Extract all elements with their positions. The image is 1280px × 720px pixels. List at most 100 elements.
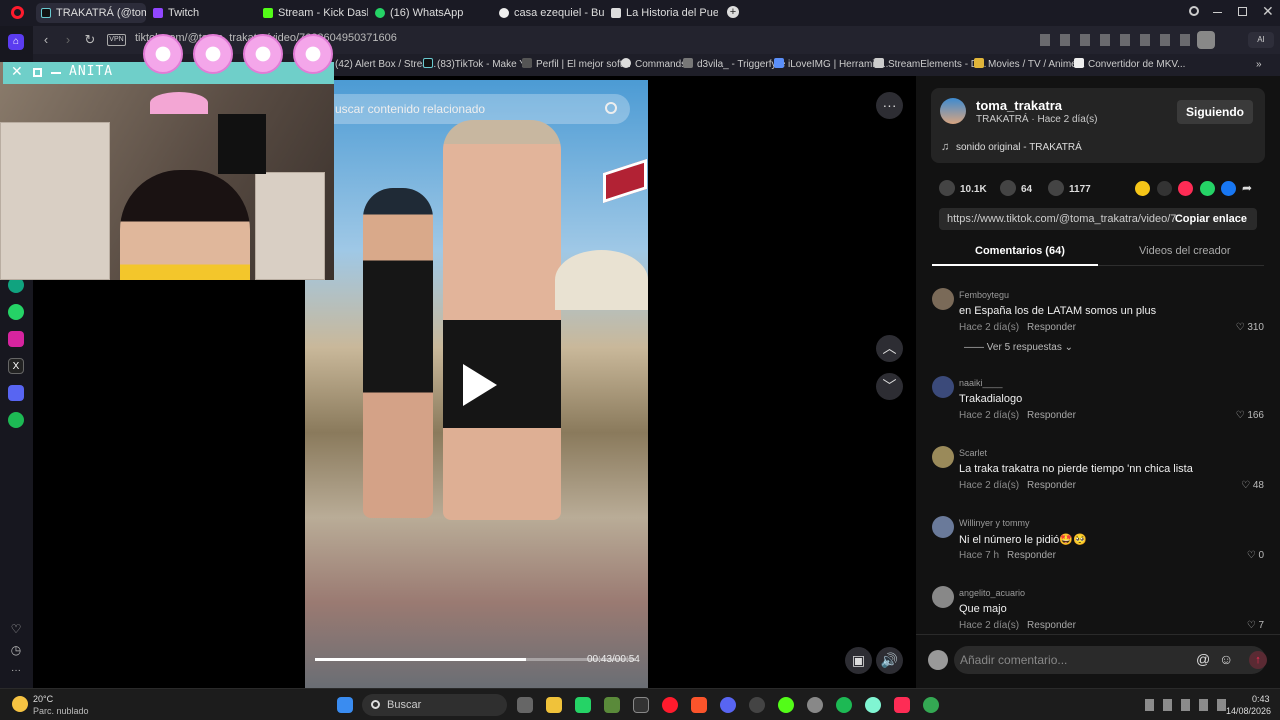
aria-ai-button[interactable]: AI — [1248, 32, 1274, 48]
discord-app-icon[interactable] — [720, 697, 736, 713]
minimize-button[interactable] — [1213, 12, 1222, 13]
bookmark-convertidor[interactable]: Convertidor de MKV... — [1074, 58, 1185, 72]
search-tabs-icon[interactable] — [1189, 6, 1199, 16]
tab-creator-videos[interactable]: Videos del creador — [1139, 245, 1231, 257]
comment-user[interactable]: Scarlet — [959, 448, 987, 458]
video-player[interactable]: uscar contenido relacionado 00:43/00:54 — [305, 80, 648, 688]
comment-user[interactable]: naaiki____ — [959, 378, 1003, 388]
more-options-button[interactable]: ··· — [876, 92, 903, 119]
share-link-url[interactable]: https://www.tiktok.com/@toma_trakatra/vi… — [947, 213, 1177, 225]
epic-games-icon[interactable] — [633, 697, 649, 713]
likes-stat[interactable]: 10.1K — [939, 180, 987, 196]
forward-button[interactable]: › — [60, 32, 76, 48]
reply-button[interactable]: Responder — [1027, 620, 1076, 631]
tab-google[interactable]: casa ezequiel - Buscar con — [494, 3, 604, 23]
address-bar-actions[interactable] — [1040, 34, 1190, 46]
facebook-share-icon[interactable] — [1221, 181, 1236, 196]
mini-player-button[interactable]: ▣ — [845, 647, 872, 674]
close-window-button[interactable]: ✕ — [1262, 3, 1274, 20]
vpn-badge[interactable]: VPN — [107, 34, 126, 46]
clock-time[interactable]: 0:43 — [1252, 694, 1270, 704]
emoji-icon[interactable]: ☺ — [1219, 651, 1233, 667]
whatsapp-icon[interactable] — [8, 304, 24, 320]
view-replies-button[interactable]: —— Ver 5 respuestas ⌄ — [964, 342, 1073, 353]
opera-logo-icon[interactable] — [11, 6, 24, 19]
file-explorer-icon[interactable] — [546, 697, 562, 713]
copy-link-button[interactable]: Copiar enlace — [1175, 213, 1247, 225]
comments-stat[interactable]: 64 — [1000, 180, 1032, 196]
embed-icon[interactable] — [1157, 181, 1172, 196]
share-arrow-icon[interactable]: ➦ — [1242, 181, 1257, 196]
weather-temp[interactable]: 20°C — [33, 694, 53, 704]
tab-historia[interactable]: La Historia del Puerto de — [606, 3, 718, 23]
more-icon[interactable]: ··· — [8, 663, 24, 679]
bookmark-perfil[interactable]: Perfil | El mejor soft... — [522, 58, 631, 72]
comment-avatar[interactable] — [932, 376, 954, 398]
comment-likes[interactable]: ♡ 48 — [1241, 480, 1264, 491]
brave-icon[interactable] — [691, 697, 707, 713]
author-name[interactable]: toma_trakatra — [976, 98, 1062, 113]
discord-icon[interactable] — [8, 385, 24, 401]
comment-user[interactable]: Willinyer y tommy — [959, 518, 1030, 528]
bookmark-alert-box[interactable]: (42) Alert Box / Strea... — [335, 58, 436, 72]
send-comment-button[interactable]: ↑ — [1249, 651, 1267, 669]
comment-avatar[interactable] — [932, 446, 954, 468]
chrome-icon[interactable] — [923, 697, 939, 713]
comment-user[interactable]: Femboytegu — [959, 290, 1009, 300]
sound-label[interactable]: sonido original - TRAKATRÁ — [956, 142, 1082, 153]
comment-avatar[interactable] — [932, 586, 954, 608]
volume-button[interactable]: 🔊 — [876, 647, 903, 674]
coin-icon[interactable] — [1135, 181, 1150, 196]
bookmark-tiktok[interactable]: (83)TikTok - Make Y... — [423, 58, 533, 72]
play-icon[interactable] — [463, 364, 497, 406]
new-tab-button[interactable]: + — [727, 6, 739, 18]
reply-button[interactable]: Responder — [1027, 322, 1076, 333]
reply-button[interactable]: Responder — [1027, 410, 1076, 421]
previous-video-button[interactable]: ︿ — [876, 335, 903, 362]
comment-likes[interactable]: ♡ 310 — [1236, 322, 1264, 333]
tiktok-app-icon[interactable] — [894, 697, 910, 713]
bookmark-streamelements[interactable]: StreamElements - D... — [874, 58, 986, 72]
history-icon[interactable]: ◷ — [8, 642, 24, 658]
obs-icon[interactable] — [749, 697, 765, 713]
x-icon[interactable]: X — [8, 358, 24, 374]
opera-gx-icon[interactable] — [662, 697, 678, 713]
clock-date[interactable]: 14/08/2026 — [1226, 706, 1271, 716]
tab-whatsapp[interactable]: (16) WhatsApp — [370, 3, 480, 23]
heart-icon[interactable]: ♡ — [8, 621, 24, 637]
saves-stat[interactable]: 1177 — [1048, 180, 1091, 196]
comment-avatar[interactable] — [932, 288, 954, 310]
following-button[interactable]: Siguiendo — [1177, 100, 1253, 124]
profile-avatar[interactable] — [1197, 31, 1215, 49]
reply-button[interactable]: Responder — [1027, 480, 1076, 491]
spotify-icon[interactable] — [8, 412, 24, 428]
minecraft-icon[interactable] — [604, 697, 620, 713]
bookmark-commands[interactable]: Commands — [621, 58, 686, 72]
streamlabs-icon[interactable] — [865, 697, 881, 713]
send-icon[interactable] — [1178, 181, 1193, 196]
reply-button[interactable]: Responder — [1007, 550, 1056, 561]
tab-twitch[interactable]: Twitch — [148, 3, 248, 23]
taskbar-search[interactable]: Buscar — [362, 694, 507, 716]
tab-tiktok[interactable]: TRAKATRÁ (@toma_trakatra — [36, 3, 146, 23]
windows-start-icon[interactable] — [337, 697, 353, 713]
comment-user[interactable]: angelito_acuario — [959, 588, 1025, 598]
app-icon[interactable] — [778, 697, 794, 713]
reload-button[interactable]: ↻ — [82, 32, 98, 48]
bookmark-triggerfyre[interactable]: d3vila_ - Triggerfyre — [683, 58, 785, 72]
search-icon[interactable] — [605, 102, 617, 114]
bookmark-iloveimg[interactable]: iLoveIMG | Herramie... — [774, 58, 888, 72]
whatsapp-share-icon[interactable] — [1200, 181, 1215, 196]
weather-icon[interactable] — [12, 696, 28, 712]
tab-kick[interactable]: Stream - Kick Dashboard — [258, 3, 368, 23]
comment-likes[interactable]: ♡ 0 — [1247, 550, 1264, 561]
instagram-icon[interactable] — [8, 331, 24, 347]
more-bookmarks-icon[interactable]: » — [1256, 58, 1262, 72]
settings-icon[interactable] — [807, 697, 823, 713]
next-video-button[interactable]: ﹀ — [876, 373, 903, 400]
comment-likes[interactable]: ♡ 7 — [1247, 620, 1264, 631]
author-avatar[interactable] — [940, 98, 966, 124]
tray-icons[interactable] — [1145, 699, 1235, 711]
mention-icon[interactable]: @ — [1196, 651, 1210, 667]
comment-likes[interactable]: ♡ 166 — [1236, 410, 1264, 421]
